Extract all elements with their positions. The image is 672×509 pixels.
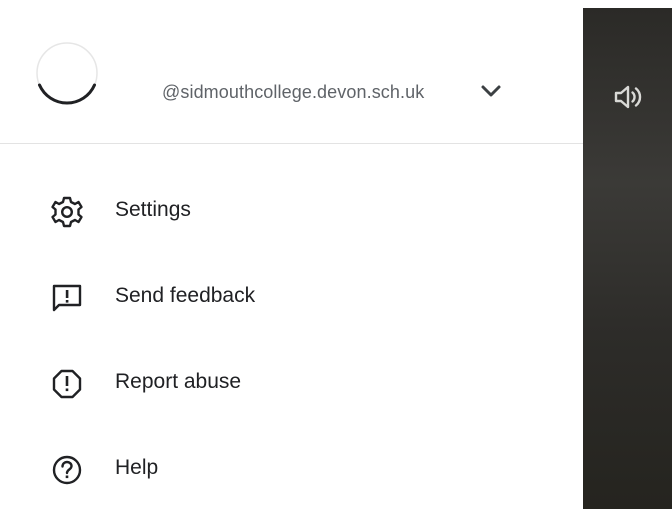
chevron-down-icon [481, 85, 501, 97]
account-email: @sidmouthcollege.devon.sch.uk [162, 82, 425, 102]
loading-spinner-icon [36, 42, 98, 105]
menu-item-send-feedback[interactable]: Send feedback [0, 264, 583, 328]
menu-item-help[interactable]: Help [0, 436, 583, 500]
report-icon [50, 367, 84, 401]
help-icon [50, 453, 84, 487]
volume-button[interactable] [613, 82, 647, 112]
menu-item-label: Send feedback [115, 284, 256, 307]
menu-item-label: Settings [115, 198, 191, 221]
menu-item-label: Help [115, 456, 159, 479]
account-switch-button[interactable] [480, 82, 502, 102]
avatar[interactable] [34, 40, 100, 106]
volume-icon [614, 85, 642, 109]
feedback-icon [50, 281, 84, 315]
account-menu-drawer: @sidmouthcollege.devon.sch.uk Settings S… [0, 0, 583, 509]
menu-item-report-abuse[interactable]: Report abuse [0, 350, 583, 414]
app-root: @sidmouthcollege.devon.sch.uk Settings S… [0, 0, 672, 509]
gear-icon [50, 195, 84, 229]
menu-item-settings[interactable]: Settings [0, 178, 583, 242]
menu-item-label: Report abuse [115, 370, 242, 393]
video-player-area[interactable] [583, 8, 672, 509]
account-header: @sidmouthcollege.devon.sch.uk [0, 0, 583, 144]
